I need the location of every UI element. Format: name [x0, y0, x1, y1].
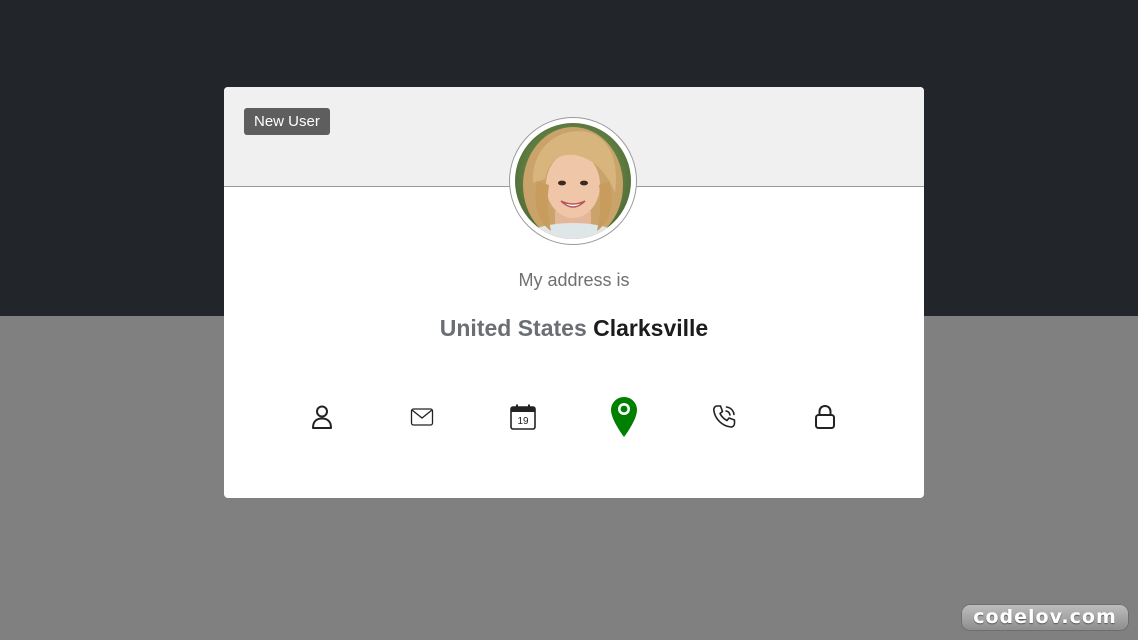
avatar-frame: [509, 117, 637, 245]
user-card: New User My address is United States Cla…: [224, 87, 924, 498]
field-value: United States Clarksville: [224, 315, 924, 342]
phone-icon: [712, 405, 736, 428]
avatar: [515, 123, 631, 239]
user-icon: [312, 405, 332, 429]
new-user-badge: New User: [244, 108, 330, 135]
country-text: United States: [439, 315, 587, 341]
calendar-day-text: 19: [517, 416, 529, 427]
envelope-icon: [410, 408, 434, 426]
password-button[interactable]: [800, 392, 850, 442]
user-button[interactable]: [297, 392, 347, 442]
birthday-button[interactable]: 19: [498, 392, 548, 442]
map-marker-icon: [611, 397, 637, 437]
lock-icon: [815, 404, 835, 429]
email-button[interactable]: [397, 392, 447, 442]
calendar-icon: 19: [510, 404, 536, 430]
site-watermark: codelov.com: [961, 604, 1129, 631]
address-button[interactable]: [599, 392, 649, 442]
field-label: My address is: [518, 270, 630, 290]
field-icon-row: 19: [272, 392, 876, 442]
page: New User My address is United States Cla…: [0, 0, 1138, 640]
city-text: Clarksville: [593, 315, 709, 341]
phone-button[interactable]: [699, 392, 749, 442]
